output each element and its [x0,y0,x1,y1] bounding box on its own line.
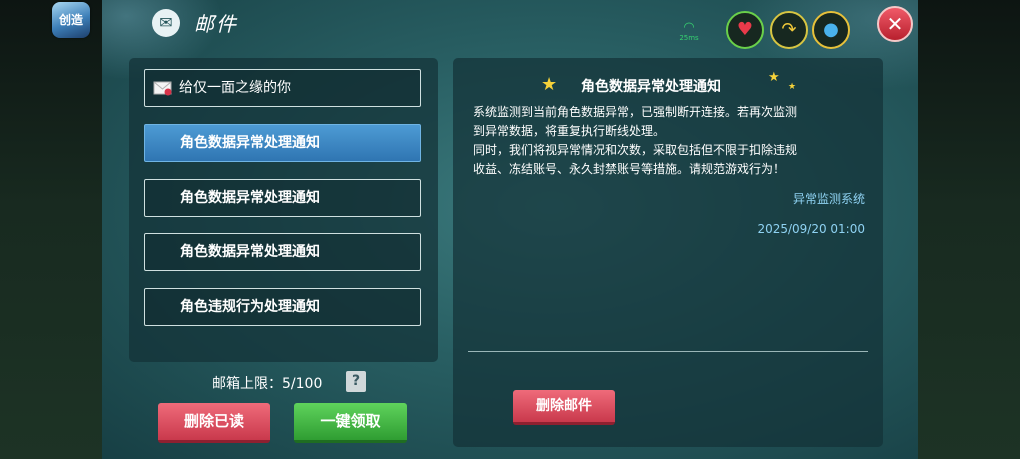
left-background: 创造 [0,0,102,459]
mail-item-label: 角色数据异常处理通知 [180,244,320,260]
close-icon: ✕ [886,12,904,36]
mail-body-line: 同时，我们将视异常情况和次数，采取包括但不限于扣除违规 [473,143,798,157]
wifi-icon: ◠ [683,20,695,35]
mail-item-label: 角色数据异常处理通知 [180,135,320,151]
mail-body: 系统监测到当前角色数据异常，已强制断开连接。若再次监测 到异常数据，将重复执行断… [473,103,873,179]
mail-item-0[interactable]: 给仅一面之缘的你 [144,69,421,107]
page-title: 邮件 [194,12,238,36]
close-button[interactable]: ✕ [877,6,913,42]
mail-window: ✉ 邮件 ◠ 25ms ♥ ↷ ● ✕ 给仅一面之缘的你 角色数据异常处理通知 … [102,0,918,459]
help-button[interactable]: ? [346,371,366,392]
mail-body-line: 系统监测到当前角色数据异常，已强制断开连接。若再次监测 [473,105,798,119]
mail-detail-panel: ★ ★ ★ 角色数据异常处理通知 系统监测到当前角色数据异常，已强制断开连接。若… [453,58,883,447]
mailbox-capacity: 邮箱上限：5/100 [212,376,323,392]
mail-item-1[interactable]: 角色数据异常处理通知 [144,124,421,162]
mail-title-icon: ✉ [152,9,180,37]
mail-item-4[interactable]: 角色违规行为处理通知 [144,288,421,326]
star-icon: ★ [768,70,780,85]
mail-item-2[interactable]: 角色数据异常处理通知 [144,179,421,217]
delete-read-button[interactable]: 删除已读 [158,403,270,443]
divider [468,351,868,352]
star-icon: ★ [541,74,558,95]
wifi-signal: ◠ 25ms [676,20,702,42]
mail-date: 2025/09/20 01:00 [757,222,865,236]
mail-title: 角色数据异常处理通知 [581,79,721,95]
right-background [918,0,1020,459]
ping-value: 25ms [679,34,699,42]
mail-sender: 异常监测系统 [792,192,865,206]
health-status-button[interactable]: ♥ [726,11,764,49]
envelope-icon [153,81,172,96]
mail-list-panel: 给仅一面之缘的你 角色数据异常处理通知 角色数据异常处理通知 角色数据异常处理通… [129,58,438,362]
mail-item-label: 给仅一面之缘的你 [179,80,291,96]
water-status-button[interactable]: ● [812,11,850,49]
delete-mail-button[interactable]: 删除邮件 [513,390,615,425]
mail-item-label: 角色数据异常处理通知 [180,190,320,206]
mail-body-line: 收益、冻结账号、永久封禁账号等措施。请规范游戏行为！ [473,162,786,176]
app-icon[interactable]: 创造 [52,2,90,38]
heart-icon: ♥ [736,19,754,40]
mail-item-label: 角色违规行为处理通知 [180,299,320,315]
claim-all-button[interactable]: 一键领取 [294,403,407,443]
energy-status-button[interactable]: ↷ [770,11,808,49]
mail-item-3[interactable]: 角色数据异常处理通知 [144,233,421,271]
mail-body-line: 到异常数据，将重复执行断线处理。 [473,124,666,138]
water-icon: ● [823,19,839,40]
star-icon: ★ [788,82,797,92]
energy-icon: ↷ [781,19,797,40]
